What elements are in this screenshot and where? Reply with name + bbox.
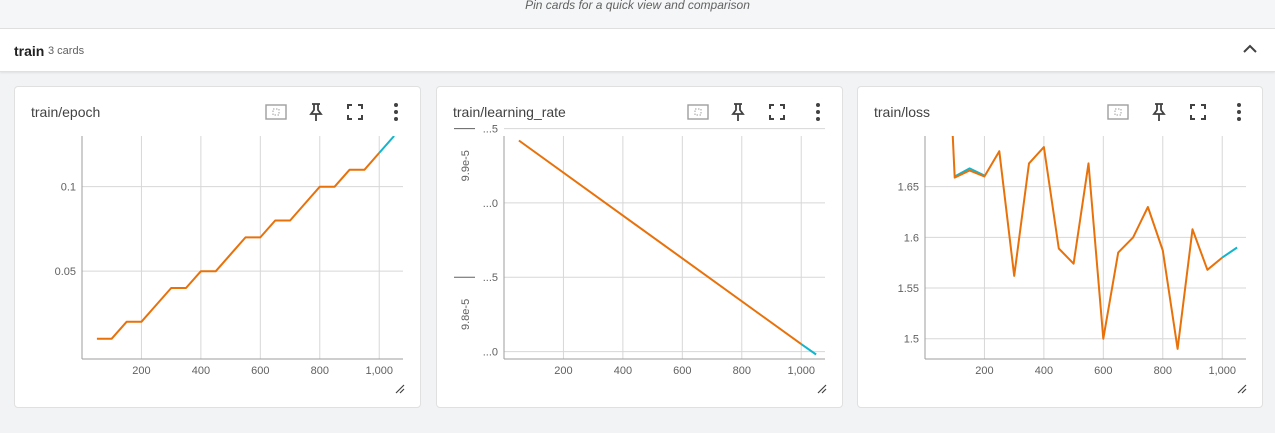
y-tick-label: 0.1 (61, 182, 76, 194)
series-line (800, 343, 817, 356)
pin-hint: Pin cards for a quick view and compariso… (0, 0, 1275, 29)
resize-handle-icon[interactable] (1237, 381, 1247, 394)
x-tick-label: 1,000 (1208, 365, 1236, 377)
card-train-epoch: train/epoch 200 400 600 800 1,000 0.05 0.1 (14, 86, 421, 408)
x-tick-label: 800 (311, 365, 329, 377)
card-train-loss: train/loss 200 400 600 800 1,000 1.5 1.55 1.6 1.… (857, 86, 1263, 408)
x-tick-label: 200 (132, 365, 150, 377)
pin-hint-text: Pin cards for a quick view and compariso… (525, 0, 750, 12)
plot-area: 200 400 600 800 1,000 0.05 0.1 (55, 136, 403, 377)
chart-train-epoch[interactable]: 200 400 600 800 1,000 0.05 0.1 (15, 87, 420, 407)
chart-train-loss[interactable]: 200 400 600 800 1,000 1.5 1.55 1.6 1.65 (858, 87, 1262, 407)
chevron-up-icon[interactable] (1240, 39, 1260, 59)
x-tick-label: 600 (1094, 365, 1112, 377)
y-tick-label: 1.65 (898, 182, 919, 194)
y-group-label: 9.9e-5 (460, 150, 472, 181)
series-line (1221, 246, 1238, 259)
series-line (378, 136, 395, 154)
y-tick-label: ...5 (483, 272, 498, 284)
plot-area: 200 400 600 800 1,000 1.5 1.55 1.6 1.65 (898, 136, 1246, 377)
series-line (96, 152, 380, 340)
x-tick-label: 800 (733, 365, 751, 377)
resize-handle-icon[interactable] (817, 381, 827, 394)
series-line (951, 136, 1223, 350)
resize-handle-icon[interactable] (395, 381, 405, 394)
y-group-label: 9.8e-5 (460, 299, 472, 330)
x-tick-label: 600 (673, 365, 691, 377)
y-tick-label: 1.6 (904, 232, 919, 244)
x-tick-label: 400 (192, 365, 210, 377)
y-tick-label: ...0 (483, 198, 498, 210)
group-title: train (14, 43, 45, 59)
y-tick-label: ...5 (483, 124, 498, 136)
chart-train-learning-rate[interactable]: 200 400 600 800 1,000 ...0 ...5 ...0 ...5 9.8e-5 9… (437, 87, 842, 407)
x-tick-label: 600 (251, 365, 269, 377)
x-tick-label: 200 (554, 365, 572, 377)
x-tick-label: 1,000 (365, 365, 393, 377)
x-tick-label: 400 (1035, 365, 1053, 377)
group-card-count: 3 cards (48, 45, 85, 57)
x-tick-label: 200 (975, 365, 993, 377)
series-line (518, 139, 802, 345)
group-header[interactable]: train 3 cards (0, 29, 1275, 72)
y-tick-label: 1.55 (898, 283, 919, 295)
y-tick-label: 0.05 (55, 266, 76, 278)
y-tick-label: 1.5 (904, 334, 919, 346)
y-tick-label: ...0 (483, 347, 498, 359)
x-tick-label: 400 (614, 365, 632, 377)
card-train-learning-rate: train/learning_rate 200 400 600 800 1,000...… (436, 86, 843, 408)
x-tick-label: 1,000 (787, 365, 815, 377)
x-tick-label: 800 (1154, 365, 1172, 377)
plot-area: 200 400 600 800 1,000 ...0 ...5 ...0 ...5 9.8e-5 9… (454, 124, 825, 377)
